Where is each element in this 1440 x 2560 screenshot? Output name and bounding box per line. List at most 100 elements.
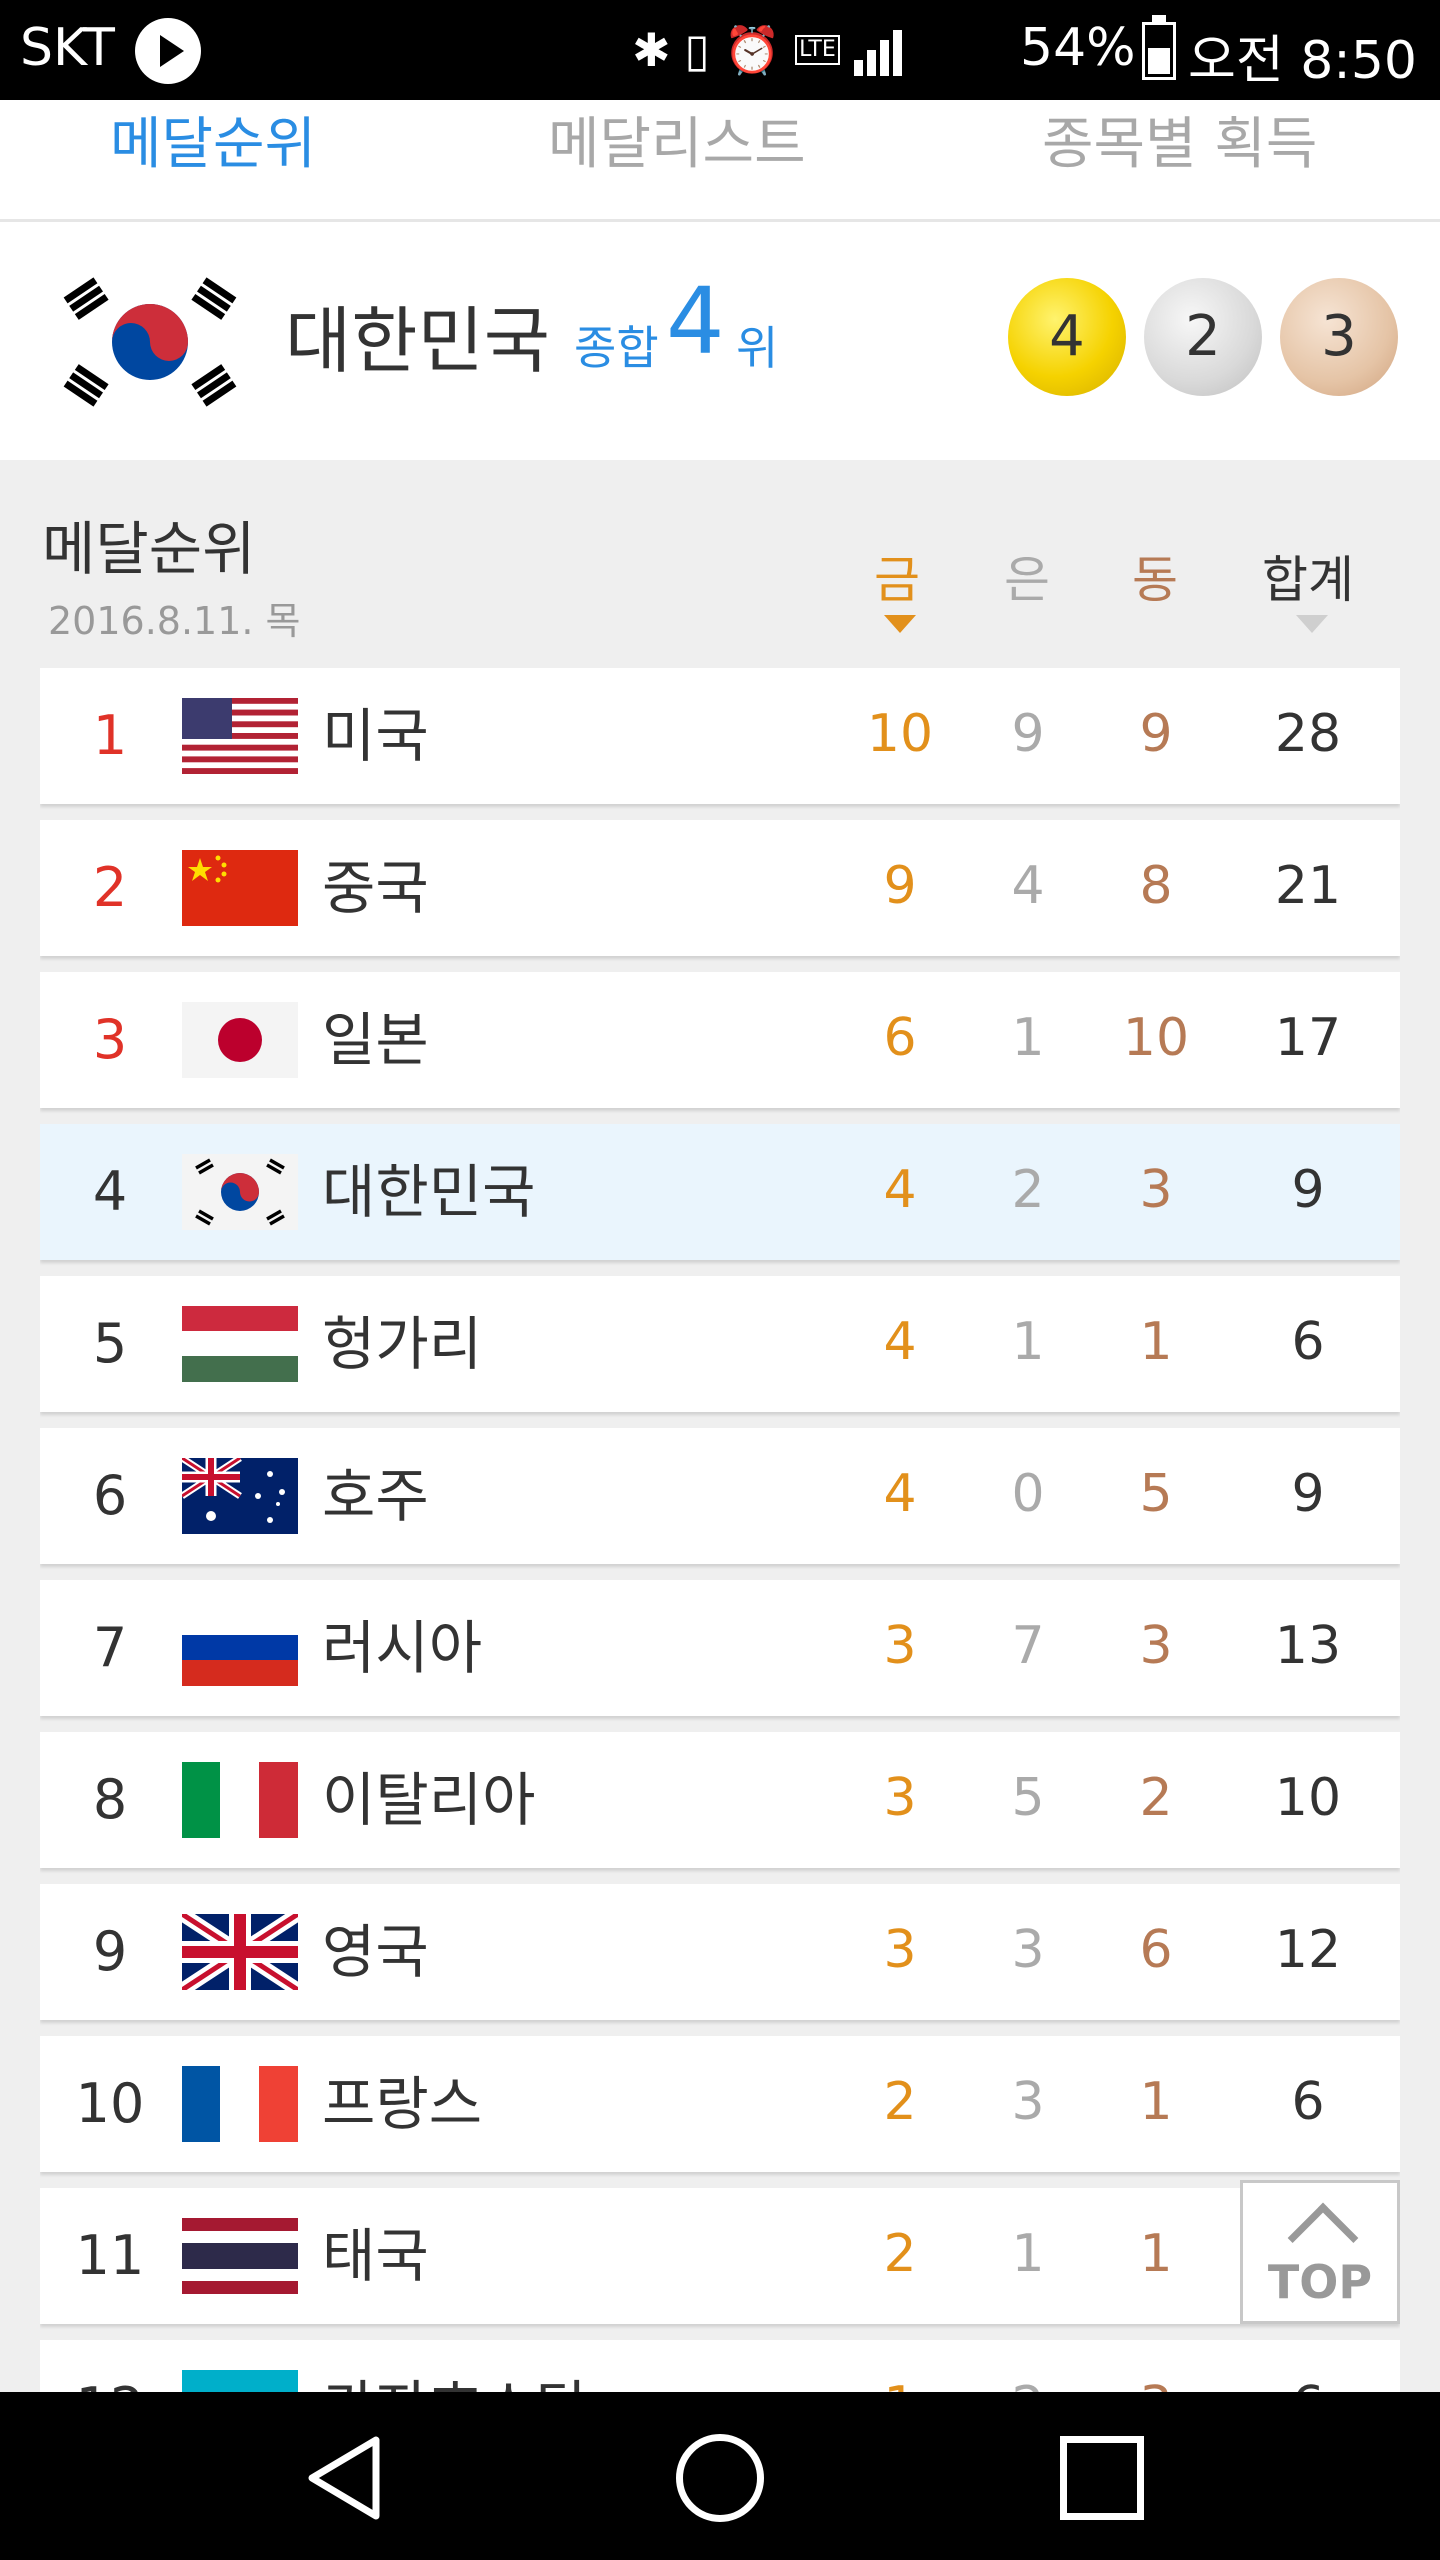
row-silver: 1: [1011, 2224, 1045, 2284]
recent-apps-icon[interactable]: [1060, 2436, 1144, 2520]
row-silver: 5: [1011, 1768, 1045, 1828]
bluetooth-icon: ✱: [632, 23, 671, 77]
kazakhstan-flag-icon: [182, 2370, 298, 2392]
row-gold: 3: [883, 1768, 917, 1828]
summary-rank: 4: [666, 268, 725, 375]
row-rank: 5: [92, 1312, 128, 1375]
row-silver: 3: [1011, 2072, 1045, 2132]
row-country: 이탈리아: [322, 1766, 536, 1834]
row-gold: 1: [840, 2340, 960, 2392]
row-total: 21: [1274, 856, 1342, 916]
column-silver[interactable]: 은: [1004, 540, 1050, 612]
bronze-medal-count: 3: [1280, 278, 1398, 396]
row-total: 17: [1274, 1008, 1342, 1068]
italy-flag-icon: [182, 1762, 298, 1838]
row-country: 미국: [322, 702, 429, 770]
row-rank: 9: [92, 1920, 128, 1983]
table-row-highlighted[interactable]: 4 대한민국 4 2 3 9: [40, 1124, 1400, 1260]
china-flag-icon: [182, 850, 298, 926]
row-rank: 1: [92, 704, 128, 767]
japan-flag-icon: [182, 1002, 298, 1078]
silver-medal-count: 2: [1144, 278, 1262, 396]
row-gold: 4: [883, 1160, 917, 1220]
australia-flag-icon: [182, 1458, 298, 1534]
play-icon: [135, 18, 201, 84]
column-total[interactable]: 합계: [1262, 540, 1354, 612]
sort-down-icon: [884, 615, 916, 633]
table-row[interactable]: 12 카자흐스탄 1 2 3 6: [40, 2340, 1400, 2392]
row-silver: 9: [1011, 704, 1045, 764]
summary-overall-label: 종합: [574, 321, 659, 375]
ranking-date: 2016.8.11. 목: [48, 599, 301, 643]
table-row[interactable]: 11 태국 2 1 1 4: [40, 2188, 1400, 2324]
tab-bar: 메달순위 메달리스트 종목별 획득: [0, 100, 1440, 222]
row-silver: 1: [1011, 1312, 1045, 1372]
row-rank: 11: [75, 2224, 145, 2287]
column-gold[interactable]: 금: [874, 540, 920, 612]
row-bronze: 1: [1139, 2224, 1173, 2284]
row-gold: 10: [866, 704, 934, 764]
row-bronze: 1: [1139, 1312, 1173, 1372]
system-nav-bar: [0, 2392, 1440, 2560]
row-total: 6: [1248, 2340, 1368, 2392]
tab-medalists[interactable]: 메달리스트: [548, 100, 806, 222]
row-gold: 9: [883, 856, 917, 916]
table-row[interactable]: 5 헝가리 4 1 1 6: [40, 1276, 1400, 1412]
summary-rank-suffix: 위: [736, 321, 779, 375]
row-rank: 2: [92, 856, 128, 919]
row-bronze: 8: [1139, 856, 1173, 916]
row-country: 일본: [322, 1006, 429, 1074]
korea-flag-icon: [182, 1154, 298, 1230]
row-country: 러시아: [322, 1614, 483, 1682]
column-bronze[interactable]: 동: [1132, 540, 1178, 612]
row-bronze: 5: [1139, 1464, 1173, 1524]
row-bronze: 3: [1139, 1616, 1173, 1676]
table-row[interactable]: 6 호주 4 0 5 9: [40, 1428, 1400, 1564]
scroll-top-button[interactable]: TOP: [1240, 2180, 1400, 2324]
korea-summary: 대한민국 종합 4 위 4 2 3: [0, 222, 1440, 460]
sort-down-icon: [1296, 615, 1328, 633]
usa-flag-icon: [182, 698, 298, 774]
row-rank: 12: [40, 2340, 180, 2392]
row-bronze: 10: [1122, 1008, 1190, 1068]
table-row[interactable]: 2 중국 9 4 8 21: [40, 820, 1400, 956]
row-total: 9: [1291, 1464, 1325, 1524]
table-row[interactable]: 10 프랑스 2 3 1 6: [40, 2036, 1400, 2172]
row-total: 12: [1274, 1920, 1342, 1980]
row-rank: 3: [92, 1008, 128, 1071]
back-icon[interactable]: [304, 2434, 384, 2522]
row-rank: 8: [92, 1768, 128, 1831]
table-row[interactable]: 8 이탈리아 3 5 2 10: [40, 1732, 1400, 1868]
row-country: 영국: [322, 1918, 429, 1986]
clock: 오전 8:50: [1188, 31, 1417, 91]
battery-percent: 54%: [1020, 18, 1136, 78]
table-row[interactable]: 1 미국 10 9 9 28: [40, 668, 1400, 804]
carrier-label: SKT: [20, 18, 115, 78]
row-rank: 10: [75, 2072, 145, 2135]
tab-medal-ranking[interactable]: 메달순위: [110, 100, 316, 222]
row-gold: 4: [883, 1312, 917, 1372]
table-row[interactable]: 9 영국 3 3 6 12: [40, 1884, 1400, 2020]
home-icon[interactable]: [676, 2434, 764, 2522]
row-total: 28: [1274, 704, 1342, 764]
row-country: 태국: [322, 2222, 429, 2290]
row-gold: 4: [883, 1464, 917, 1524]
gold-medal-count: 4: [1008, 278, 1126, 396]
tab-by-sport[interactable]: 종목별 획득: [1042, 100, 1317, 222]
summary-country: 대한민국: [285, 299, 550, 383]
row-total: 13: [1274, 1616, 1342, 1676]
row-silver: 7: [1011, 1616, 1045, 1676]
row-silver: 3: [1011, 1920, 1045, 1980]
row-gold: 6: [883, 1008, 917, 1068]
row-bronze: 2: [1139, 1768, 1173, 1828]
table-row[interactable]: 7 러시아 3 7 3 13: [40, 1580, 1400, 1716]
table-row[interactable]: 3 일본 6 1 10 17: [40, 972, 1400, 1108]
row-bronze: 9: [1139, 704, 1173, 764]
row-rank: 7: [92, 1616, 128, 1679]
row-total: 9: [1291, 1160, 1325, 1220]
hungary-flag-icon: [182, 1306, 298, 1382]
row-bronze: 3: [1139, 1160, 1173, 1220]
status-icons: ✱ ▯ ⏰ LTE: [632, 20, 902, 80]
signal-icon: [853, 24, 902, 76]
row-gold: 3: [883, 1920, 917, 1980]
